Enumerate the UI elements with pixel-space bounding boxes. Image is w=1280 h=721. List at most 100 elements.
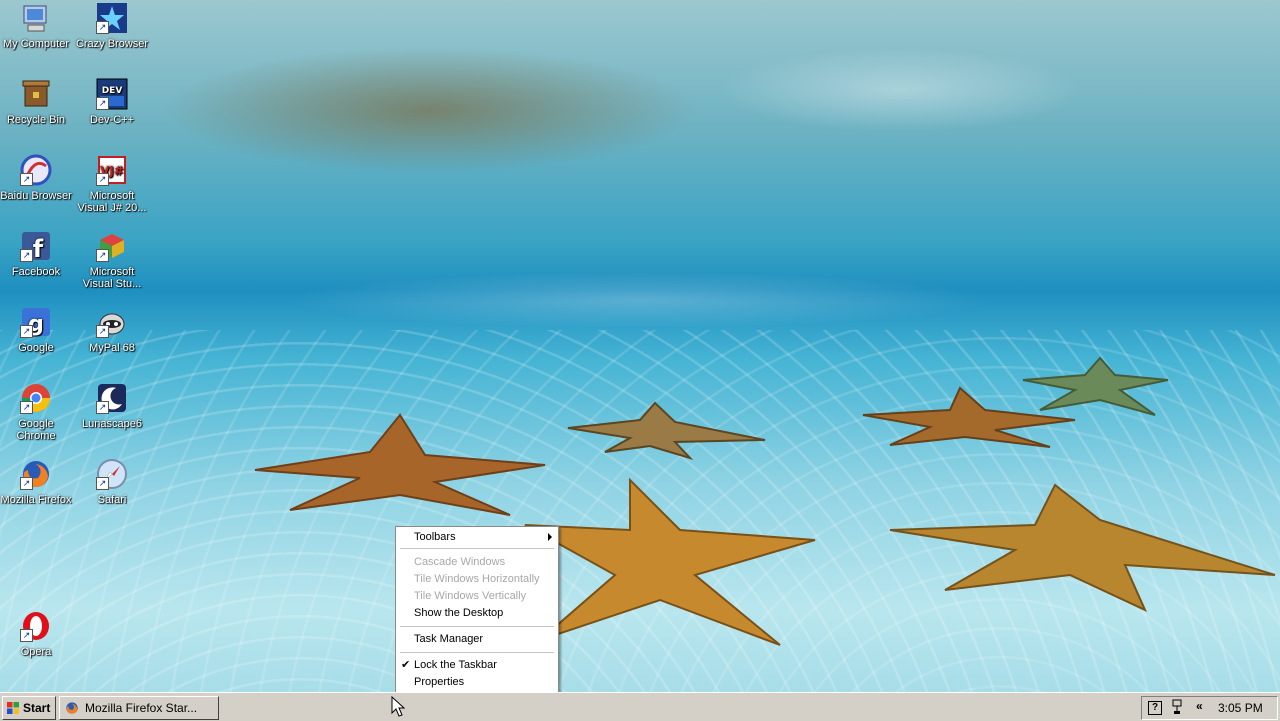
menu-item-tile-horizontally: Tile Windows Horizontally xyxy=(396,571,558,587)
menu-item-toolbars[interactable]: Toolbars xyxy=(396,529,558,545)
tray-expand-chevron-icon[interactable]: « xyxy=(1196,699,1203,713)
shortcut-arrow-icon: ↗ xyxy=(20,477,33,490)
start-button[interactable]: Start xyxy=(2,696,56,720)
desktop-icon-label: Safari xyxy=(97,494,127,506)
shortcut-arrow-icon: ↗ xyxy=(20,325,33,338)
desktop-icon-visual-studio[interactable]: ↗ Microsoft Visual Stu... xyxy=(74,230,150,290)
desktop-icon-label: MyPal 68 xyxy=(89,342,135,354)
desktop-icon-recycle-bin[interactable]: Recycle Bin xyxy=(0,78,74,126)
shortcut-arrow-icon: ↗ xyxy=(20,249,33,262)
wallpaper-starfish xyxy=(567,401,766,460)
mypal-icon: ↗ xyxy=(96,306,128,338)
menu-item-label: Task Manager xyxy=(414,633,484,645)
wallpaper-starfish xyxy=(254,413,546,516)
shortcut-arrow-icon: ↗ xyxy=(96,97,109,110)
menu-separator xyxy=(400,626,554,627)
desktop-icon-label: Opera xyxy=(20,646,52,658)
shortcut-arrow-icon: ↗ xyxy=(96,173,109,186)
menu-separator xyxy=(400,652,554,653)
shortcut-arrow-icon: ↗ xyxy=(20,401,33,414)
desktop-icon-google-chrome[interactable]: ↗ Google Chrome xyxy=(0,382,74,442)
shortcut-arrow-icon: ↗ xyxy=(96,21,109,34)
taskbar-window-label: Mozilla Firefox Star... xyxy=(85,701,198,715)
network-icon[interactable] xyxy=(1172,699,1182,715)
firefox-icon: ↗ xyxy=(20,458,52,490)
desktop-icon-my-computer[interactable]: My Computer xyxy=(0,2,74,50)
svg-text:DEV: DEV xyxy=(102,86,123,96)
svg-text:f: f xyxy=(33,235,44,262)
desktop-background[interactable]: My Computer ↗ Crazy Browser Recycle Bin … xyxy=(0,0,1280,692)
shortcut-arrow-icon: ↗ xyxy=(96,401,109,414)
baidu-browser-icon: ↗ xyxy=(20,154,52,186)
menu-item-lock-taskbar[interactable]: ✔ Lock the Taskbar xyxy=(396,657,558,673)
desktop-icon-label: Lunascape6 xyxy=(82,418,142,430)
shortcut-arrow-icon: ↗ xyxy=(96,325,109,338)
desktop-icon-label: Microsoft Visual Stu... xyxy=(82,266,142,290)
opera-icon: ↗ xyxy=(20,610,52,642)
desktop-icon-crazy-browser[interactable]: ↗ Crazy Browser xyxy=(74,2,150,50)
menu-item-tile-vertically: Tile Windows Vertically xyxy=(396,588,558,604)
menu-item-label: Tile Windows Vertically xyxy=(414,590,527,602)
system-tray: ? « 3:05 PM xyxy=(1141,696,1278,720)
lunascape-icon: ↗ xyxy=(96,382,128,414)
menu-item-cascade-windows: Cascade Windows xyxy=(396,554,558,570)
start-button-label: Start xyxy=(23,701,51,715)
menu-item-label: Toolbars xyxy=(414,531,456,543)
desktop-icon-visual-jsharp[interactable]: VJ# ↗ Microsoft Visual J# 20... xyxy=(74,154,150,214)
desktop-icon-baidu-browser[interactable]: ↗ Baidu Browser xyxy=(0,154,74,202)
taskbar-window-button-firefox[interactable]: Mozilla Firefox Star... xyxy=(59,696,219,720)
desktop-icon-label: Google Chrome xyxy=(16,418,56,442)
menu-separator xyxy=(400,548,554,549)
menu-item-label: Lock the Taskbar xyxy=(414,659,497,671)
shortcut-arrow-icon: ↗ xyxy=(96,249,109,262)
taskbar[interactable]: Start Mozilla Firefox Star... ? « 3:05 P… xyxy=(0,692,1280,721)
mouse-cursor-icon xyxy=(391,695,406,717)
desktop-icon-label: Crazy Browser xyxy=(75,38,149,50)
desktop-icon-label: Dev-C++ xyxy=(89,114,135,126)
menu-item-label: Tile Windows Horizontally xyxy=(414,573,540,585)
menu-item-properties[interactable]: Properties xyxy=(396,674,558,690)
safari-icon: ↗ xyxy=(96,458,128,490)
menu-item-label: Show the Desktop xyxy=(414,607,504,619)
visual-jsharp-icon: VJ# ↗ xyxy=(96,154,128,186)
menu-item-label: Cascade Windows xyxy=(414,556,506,568)
shortcut-arrow-icon: ↗ xyxy=(20,173,33,186)
my-computer-icon xyxy=(20,2,52,34)
visual-studio-icon: ↗ xyxy=(96,230,128,262)
facebook-icon: f ↗ xyxy=(20,230,52,262)
desktop-icon-dev-cpp[interactable]: DEV ↗ Dev-C++ xyxy=(74,78,150,126)
submenu-arrow-icon xyxy=(548,533,552,541)
desktop-icon-label: Microsoft Visual J# 20... xyxy=(77,190,147,214)
checkmark-icon: ✔ xyxy=(401,659,411,671)
taskbar-context-menu: Toolbars Cascade Windows Tile Windows Ho… xyxy=(395,526,559,692)
menu-item-task-manager[interactable]: Task Manager xyxy=(396,631,558,647)
desktop-icon-mozilla-firefox[interactable]: ↗ Mozilla Firefox xyxy=(0,458,74,506)
desktop-icon-safari[interactable]: ↗ Safari xyxy=(74,458,150,506)
desktop-icon-label: My Computer xyxy=(2,38,70,50)
wallpaper-starfish xyxy=(524,477,816,646)
desktop-icon-label: Google xyxy=(18,342,54,354)
desktop-icon-lunascape[interactable]: ↗ Lunascape6 xyxy=(74,382,150,430)
windows-flag-icon xyxy=(7,702,19,714)
desktop-icon-label: Mozilla Firefox xyxy=(0,494,72,506)
dev-cpp-icon: DEV ↗ xyxy=(96,78,128,110)
desktop-icon-label: Recycle Bin xyxy=(6,114,66,126)
shortcut-arrow-icon: ↗ xyxy=(96,477,109,490)
desktop-icon-facebook[interactable]: f ↗ Facebook xyxy=(0,230,74,278)
wallpaper-starfish xyxy=(889,483,1276,613)
google-icon: g ↗ xyxy=(20,306,52,338)
crazy-browser-icon: ↗ xyxy=(96,2,128,34)
shortcut-arrow-icon: ↗ xyxy=(20,629,33,642)
recycle-bin-icon xyxy=(20,78,52,110)
desktop-icon-label: Baidu Browser xyxy=(0,190,72,202)
help-icon[interactable]: ? xyxy=(1148,701,1162,715)
desktop-icon-mypal[interactable]: ↗ MyPal 68 xyxy=(74,306,150,354)
wallpaper-starfish xyxy=(1022,356,1169,416)
menu-item-label: Properties xyxy=(414,676,465,688)
desktop-icon-label: Facebook xyxy=(11,266,61,278)
desktop-icon-google[interactable]: g ↗ Google xyxy=(0,306,74,354)
desktop-icon-opera[interactable]: ↗ Opera xyxy=(0,610,74,658)
taskbar-clock[interactable]: 3:05 PM xyxy=(1218,697,1263,719)
menu-item-show-desktop[interactable]: Show the Desktop xyxy=(396,605,558,621)
chrome-icon: ↗ xyxy=(20,382,52,414)
